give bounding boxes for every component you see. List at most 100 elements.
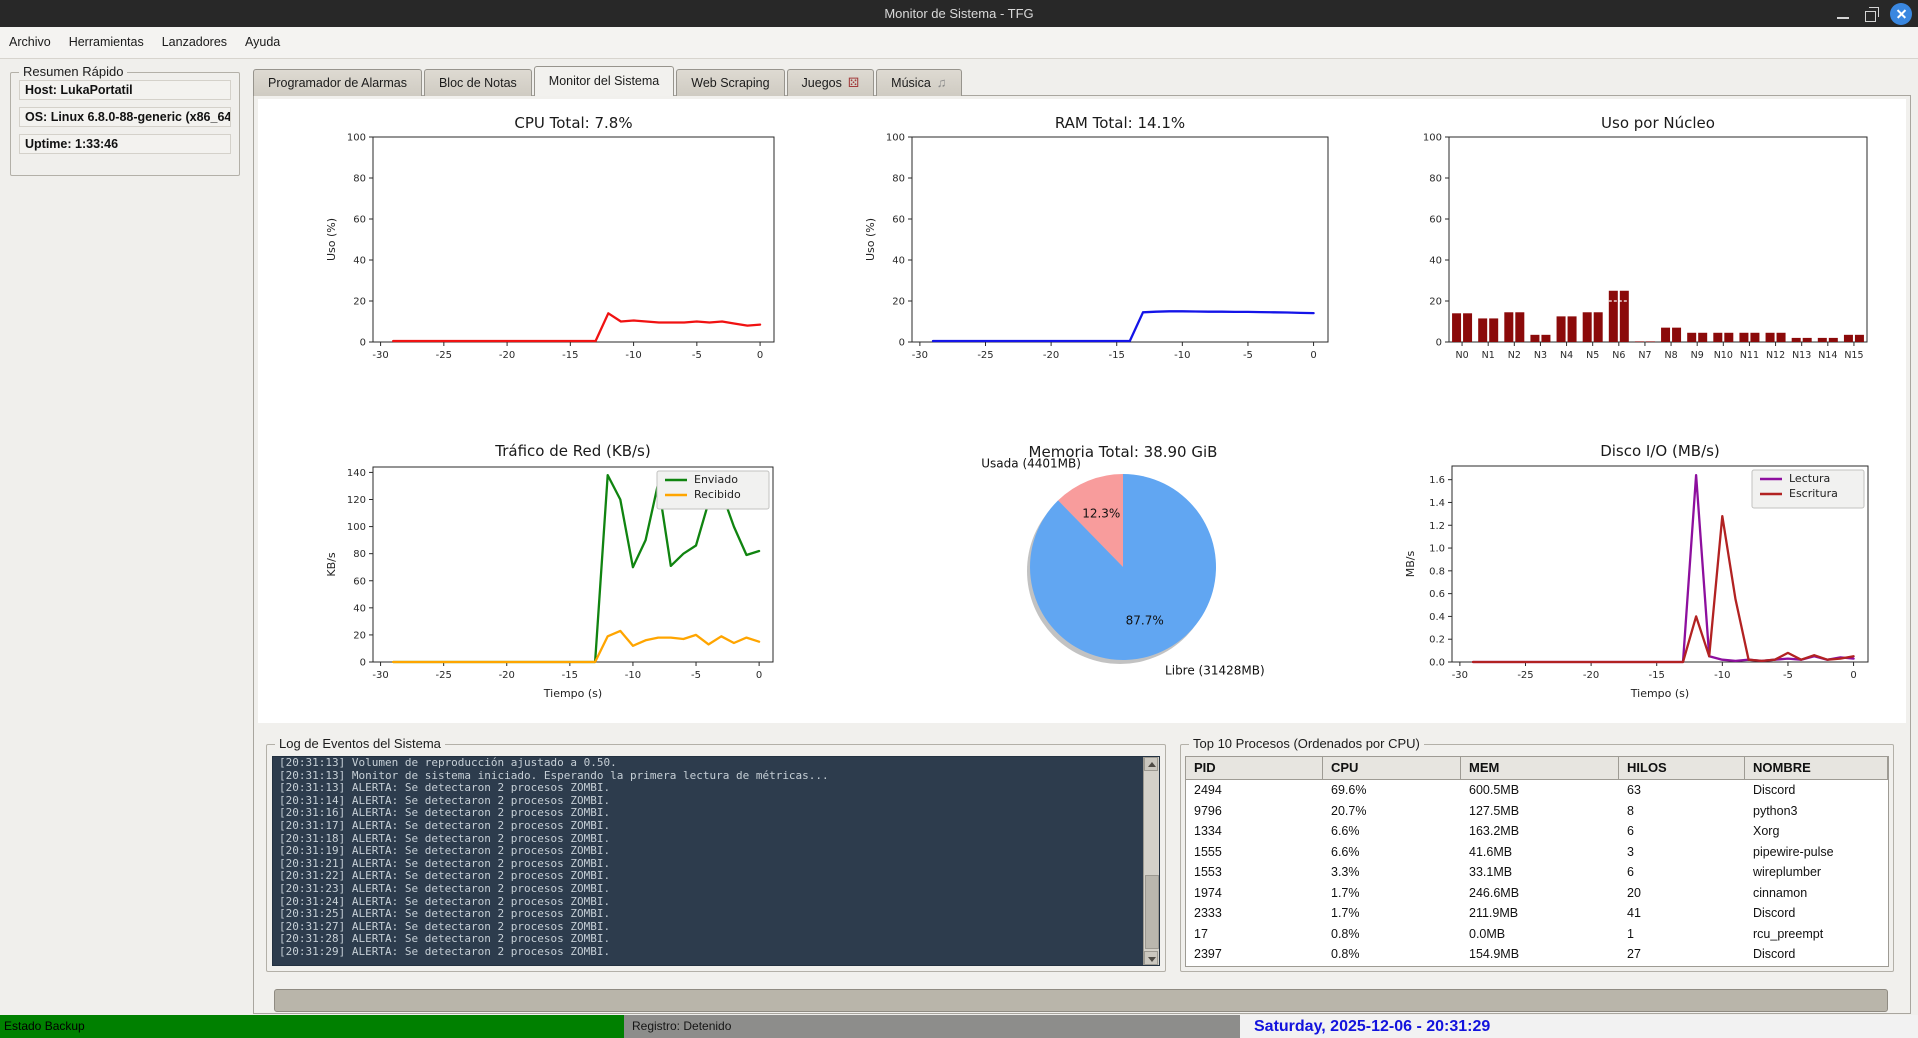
table-row[interactable]: 249469.6%600.5MB63Discord <box>1186 780 1888 801</box>
svg-text:100: 100 <box>1423 133 1442 144</box>
table-cell: 6 <box>1619 821 1745 842</box>
minimize-button[interactable] <box>1832 3 1854 25</box>
svg-text:-5: -5 <box>691 670 701 681</box>
svg-text:0.8: 0.8 <box>1429 566 1445 577</box>
table-cell: 0.8% <box>1323 944 1461 965</box>
tab-label: Programador de Alarmas <box>268 76 407 90</box>
svg-text:N13: N13 <box>1792 350 1811 361</box>
svg-text:60: 60 <box>1429 215 1442 226</box>
menu-herramientas[interactable]: Herramientas <box>60 27 153 58</box>
svg-text:0.2: 0.2 <box>1429 635 1445 646</box>
tab-juegos[interactable]: Juegos⚄ <box>787 69 875 96</box>
svg-text:0: 0 <box>757 350 763 361</box>
svg-text:20: 20 <box>353 297 366 308</box>
table-cell: 163.2MB <box>1461 821 1619 842</box>
table-cell: 2333 <box>1186 903 1323 924</box>
close-button[interactable] <box>1890 3 1912 25</box>
svg-text:80: 80 <box>1429 174 1442 185</box>
svg-text:-10: -10 <box>625 670 641 681</box>
svg-text:100: 100 <box>886 133 905 144</box>
scroll-down-button[interactable] <box>1144 951 1158 965</box>
table-cell: 3.3% <box>1323 862 1461 883</box>
chart-ram: RAM Total: 14.1%020406080100Uso (%)-30-2… <box>845 103 1350 378</box>
menubar: ArchivoHerramientasLanzadoresAyuda <box>0 27 1918 59</box>
menu-ayuda[interactable]: Ayuda <box>236 27 289 58</box>
tab-programador-de-alarmas[interactable]: Programador de Alarmas <box>253 69 422 96</box>
svg-text:N10: N10 <box>1714 350 1733 361</box>
svg-text:N1: N1 <box>1482 350 1495 361</box>
table-row[interactable]: 979620.7%127.5MB8python3 <box>1186 801 1888 822</box>
chart-cpu: CPU Total: 7.8%020406080100Uso (%)-30-25… <box>300 103 805 378</box>
window-title: Monitor de Sistema - TFG <box>0 0 1918 27</box>
menu-archivo[interactable]: Archivo <box>0 27 60 58</box>
svg-text:-30: -30 <box>912 350 928 361</box>
column-header-cpu[interactable]: CPU <box>1323 757 1461 780</box>
table-row[interactable]: 23970.8%154.9MB27Discord <box>1186 944 1888 965</box>
column-header-pid[interactable]: PID <box>1186 757 1323 780</box>
svg-text:-10: -10 <box>1174 350 1190 361</box>
event-log-groupbox: Log de Eventos del Sistema [20:31:13] Vo… <box>266 744 1166 972</box>
svg-text:Tiempo (s): Tiempo (s) <box>1630 687 1689 700</box>
svg-text:1.0: 1.0 <box>1429 544 1445 555</box>
event-log-textarea[interactable]: [20:31:13] Volumen de reproducción ajust… <box>272 756 1160 966</box>
table-cell: 246.6MB <box>1461 883 1619 904</box>
svg-text:KB/s: KB/s <box>325 552 338 576</box>
table-row[interactable]: 19741.7%246.6MB20cinnamon <box>1186 883 1888 904</box>
svg-text:20: 20 <box>353 630 366 641</box>
svg-text:N9: N9 <box>1691 350 1704 361</box>
svg-text:-5: -5 <box>692 350 702 361</box>
log-line: [20:31:29] ALERTA: Se detectaron 2 proce… <box>273 946 1159 959</box>
svg-text:0.6: 0.6 <box>1429 589 1445 600</box>
column-header-nombre[interactable]: NOMBRE <box>1745 757 1888 780</box>
svg-text:N12: N12 <box>1766 350 1785 361</box>
restore-button[interactable] <box>1860 3 1882 25</box>
table-row[interactable]: 23331.7%211.9MB41Discord <box>1186 903 1888 924</box>
svg-text:140: 140 <box>347 468 366 479</box>
arrow-up-icon <box>1148 762 1156 767</box>
menu-lanzadores[interactable]: Lanzadores <box>153 27 236 58</box>
table-row[interactable]: 13346.6%163.2MB6Xorg <box>1186 821 1888 842</box>
log-scrollbar[interactable] <box>1143 757 1159 965</box>
table-cell: 41.6MB <box>1461 842 1619 863</box>
svg-text:40: 40 <box>1429 256 1442 267</box>
table-cell: cinnamon <box>1745 883 1888 904</box>
svg-text:-10: -10 <box>625 350 641 361</box>
die-icon: ⚄ <box>848 75 859 90</box>
svg-text:N5: N5 <box>1586 350 1599 361</box>
scrollbar-thumb[interactable] <box>1145 875 1159 949</box>
svg-text:Disco I/O (MB/s): Disco I/O (MB/s) <box>1600 442 1720 460</box>
column-header-hilos[interactable]: HILOS <box>1619 757 1745 780</box>
top-processes-groupbox: Top 10 Procesos (Ordenados por CPU) PIDC… <box>1180 744 1894 972</box>
table-cell: 41 <box>1619 903 1745 924</box>
tab-web-scraping[interactable]: Web Scraping <box>676 69 784 96</box>
svg-text:N11: N11 <box>1740 350 1759 361</box>
table-cell: Xorg <box>1745 821 1888 842</box>
svg-text:-5: -5 <box>1783 670 1793 681</box>
tab-monitor-del-sistema[interactable]: Monitor del Sistema <box>534 66 674 96</box>
table-cell: Discord <box>1745 903 1888 924</box>
scroll-up-button[interactable] <box>1144 757 1158 771</box>
table-row[interactable]: 170.8%0.0MB1rcu_preempt <box>1186 924 1888 945</box>
tab-musica[interactable]: Música♫ <box>876 69 961 96</box>
log-line: [20:31:13] Volumen de reproducción ajust… <box>273 757 1159 770</box>
svg-text:-20: -20 <box>499 670 515 681</box>
svg-text:87.7%: 87.7% <box>1126 613 1164 627</box>
svg-text:60: 60 <box>892 215 905 226</box>
table-cell: 1 <box>1619 924 1745 945</box>
tab-bloc-de-notas[interactable]: Bloc de Notas <box>424 69 532 96</box>
table-cell: 63 <box>1619 780 1745 801</box>
statusbar: Estado Backup Registro: Detenido Saturda… <box>0 1015 1918 1038</box>
table-cell: rcu_preempt <box>1745 924 1888 945</box>
svg-text:80: 80 <box>353 174 366 185</box>
log-line: [20:31:23] ALERTA: Se detectaron 2 proce… <box>273 883 1159 896</box>
table-row[interactable]: 15533.3%33.1MB6wireplumber <box>1186 862 1888 883</box>
table-row[interactable]: 15556.6%41.6MB3pipewire-pulse <box>1186 842 1888 863</box>
log-line: [20:31:13] ALERTA: Se detectaron 2 proce… <box>273 782 1159 795</box>
column-header-mem[interactable]: MEM <box>1461 757 1619 780</box>
svg-text:0.4: 0.4 <box>1429 612 1445 623</box>
sysinfo-host: Host: LukaPortatil <box>19 80 231 100</box>
log-line: [20:31:25] ALERTA: Se detectaron 2 proce… <box>273 908 1159 921</box>
table-cell: 0.8% <box>1323 924 1461 945</box>
svg-text:Tráfico de Red (KB/s): Tráfico de Red (KB/s) <box>494 442 650 460</box>
svg-text:80: 80 <box>353 549 366 560</box>
